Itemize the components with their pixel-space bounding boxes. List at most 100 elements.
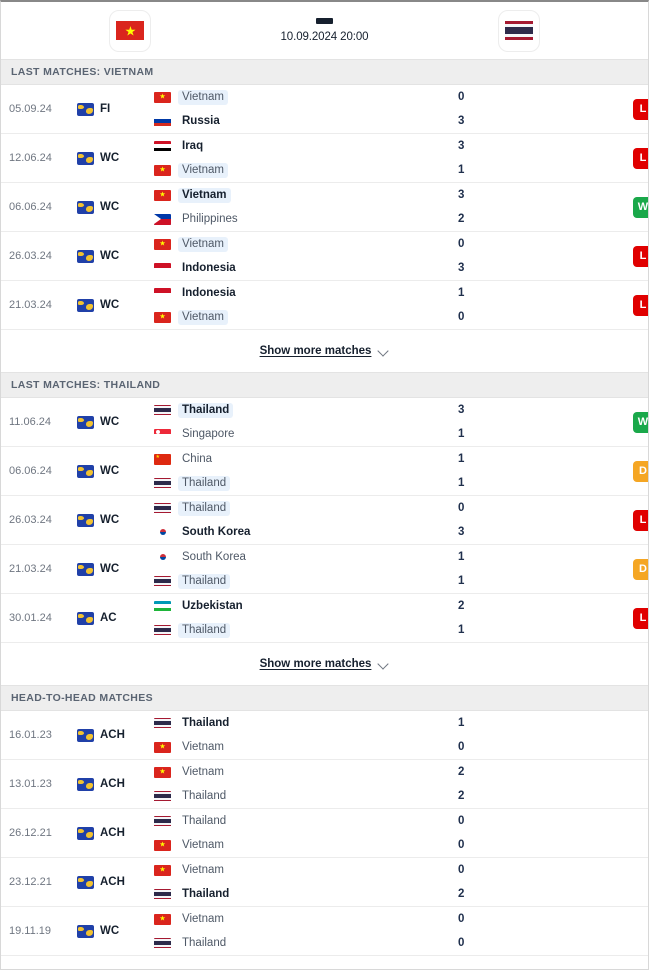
match-row[interactable]: 11.06.24 WC Thailand Singapore 3 1 W <box>1 398 648 447</box>
home-team-line[interactable]: ★ China <box>154 452 458 467</box>
match-row[interactable]: 12.06.24 WC Iraq ★ Vietnam 3 1 L <box>1 134 648 183</box>
competition-cell[interactable]: AC <box>77 611 149 625</box>
away-team-line[interactable]: ★ Vietnam <box>154 740 458 755</box>
home-team-line[interactable]: Iraq <box>154 139 458 154</box>
result-badge: D <box>633 558 648 580</box>
globe-icon <box>77 298 94 312</box>
match-date: 06.06.24 <box>9 201 52 213</box>
competition-cell[interactable]: ACH <box>77 777 149 791</box>
score-cell: 31 <box>458 139 608 178</box>
competition-cell[interactable]: ACH <box>77 826 149 840</box>
away-team-line[interactable]: Thailand <box>154 789 458 804</box>
match-row[interactable]: 06.06.24 WC ★ Vietnam Philippines 3 2 W <box>1 183 648 232</box>
away-team-line[interactable]: Indonesia <box>154 261 458 276</box>
match-row[interactable]: 06.06.24 WC ★ China Thailand 1 1 D <box>1 447 648 496</box>
home-team-line[interactable]: Uzbekistan <box>154 599 458 614</box>
scoreline-block: 10.09.2024 20:00 <box>260 18 389 43</box>
result-cell: L <box>608 509 648 531</box>
away-team-line[interactable]: Russia <box>154 114 458 129</box>
away-team-line[interactable]: Singapore <box>154 427 458 442</box>
home-team-name: Vietnam <box>178 236 228 252</box>
away-team-line[interactable]: Thailand <box>154 622 458 638</box>
match-date: 11.06.24 <box>9 416 52 428</box>
away-team-line[interactable]: Thailand <box>154 475 458 491</box>
competition-cell[interactable]: WC <box>77 513 149 527</box>
home-team-line[interactable]: ★ Vietnam <box>154 863 458 878</box>
show-more-matches-button[interactable]: Show more matches <box>1 643 648 686</box>
away-score: 1 <box>458 574 465 587</box>
away-team-line[interactable]: Thailand <box>154 936 458 951</box>
away-team-line[interactable]: South Korea <box>154 525 458 540</box>
match-row[interactable]: 21.03.24 WC Indonesia ★ Vietnam 1 0 L <box>1 281 648 330</box>
home-team-name: Vietnam <box>182 765 224 778</box>
home-team-name: Vietnam <box>182 912 224 925</box>
away-team-header[interactable] <box>389 9 648 52</box>
match-date: 30.01.24 <box>9 612 52 624</box>
chevron-down-icon <box>378 659 389 670</box>
away-team-line[interactable]: ★ Vietnam <box>154 838 458 853</box>
home-team-flag-icon <box>154 551 171 563</box>
home-team-line[interactable]: Thailand <box>154 402 458 418</box>
match-row[interactable]: 21.03.24 WC South Korea Thailand 1 1 D <box>1 545 648 594</box>
competition-cell[interactable]: FI <box>77 102 149 116</box>
globe-icon <box>77 151 94 165</box>
home-team-line[interactable]: ★ Vietnam <box>154 89 458 105</box>
globe-icon <box>77 728 94 742</box>
away-team-flag-icon <box>154 575 171 587</box>
competition-code: FI <box>100 103 111 115</box>
competition-code: WC <box>100 465 120 477</box>
home-team-line[interactable]: ★ Vietnam <box>154 912 458 927</box>
competition-cell[interactable]: WC <box>77 415 149 429</box>
home-score: 1 <box>458 716 465 729</box>
match-row[interactable]: 05.09.24 FI ★ Vietnam Russia 0 3 L <box>1 85 648 134</box>
globe-icon <box>77 513 94 527</box>
match-row[interactable]: 30.01.24 AC Uzbekistan Thailand 2 1 L <box>1 594 648 643</box>
match-row[interactable]: 26.03.24 WC ★ Vietnam Indonesia 0 3 L <box>1 232 648 281</box>
match-row[interactable]: 26.03.24 WC Thailand South Korea 0 3 L <box>1 496 648 545</box>
home-team-line[interactable]: Thailand <box>154 814 458 829</box>
section-header: HEAD-TO-HEAD MATCHES <box>1 686 648 711</box>
home-team-line[interactable]: Thailand <box>154 500 458 516</box>
score-cell: 31 <box>458 403 608 442</box>
competition-code: WC <box>100 250 120 262</box>
competition-cell[interactable]: ACH <box>77 875 149 889</box>
competition-cell[interactable]: WC <box>77 924 149 938</box>
match-row[interactable]: 26.12.21 ACH Thailand ★ Vietnam 0 0 <box>1 809 648 858</box>
away-team-line[interactable]: Thailand <box>154 887 458 902</box>
result-badge: L <box>633 147 648 169</box>
result-badge: W <box>633 196 648 218</box>
match-row[interactable]: 19.11.19 WC ★ Vietnam Thailand 0 0 <box>1 907 648 956</box>
away-team-line[interactable]: Philippines <box>154 212 458 227</box>
globe-icon <box>77 249 94 263</box>
away-team-line[interactable]: ★ Vietnam <box>154 309 458 325</box>
away-team-line[interactable]: Thailand <box>154 573 458 589</box>
competition-cell[interactable]: WC <box>77 200 149 214</box>
home-team-header[interactable]: ★ <box>1 9 260 52</box>
result-cell: W <box>608 196 648 218</box>
competition-cell[interactable]: WC <box>77 298 149 312</box>
home-team-name: Vietnam <box>178 187 231 203</box>
match-row[interactable]: 13.01.23 ACH ★ Vietnam Thailand 2 2 <box>1 760 648 809</box>
home-team-line[interactable]: South Korea <box>154 550 458 565</box>
away-team-line[interactable]: ★ Vietnam <box>154 162 458 178</box>
competition-cell[interactable]: WC <box>77 464 149 478</box>
home-team-name: Thailand <box>182 814 227 827</box>
globe-icon <box>77 777 94 791</box>
competition-cell[interactable]: WC <box>77 249 149 263</box>
away-team-name: Thailand <box>178 622 231 638</box>
away-team-name: Thailand <box>182 887 230 900</box>
away-team-name: Thailand <box>182 936 227 949</box>
home-team-line[interactable]: ★ Vietnam <box>154 765 458 780</box>
show-more-matches-button[interactable]: Show more matches <box>1 330 648 373</box>
away-team-name: Singapore <box>182 427 235 440</box>
home-team-line[interactable]: Indonesia <box>154 286 458 301</box>
competition-code: WC <box>100 563 120 575</box>
home-team-line[interactable]: ★ Vietnam <box>154 236 458 252</box>
home-team-line[interactable]: ★ Vietnam <box>154 187 458 203</box>
match-row[interactable]: 23.12.21 ACH ★ Vietnam Thailand 0 2 <box>1 858 648 907</box>
home-team-line[interactable]: Thailand <box>154 716 458 731</box>
competition-cell[interactable]: ACH <box>77 728 149 742</box>
match-row[interactable]: 16.01.23 ACH Thailand ★ Vietnam 1 0 <box>1 711 648 760</box>
competition-cell[interactable]: WC <box>77 562 149 576</box>
competition-cell[interactable]: WC <box>77 151 149 165</box>
